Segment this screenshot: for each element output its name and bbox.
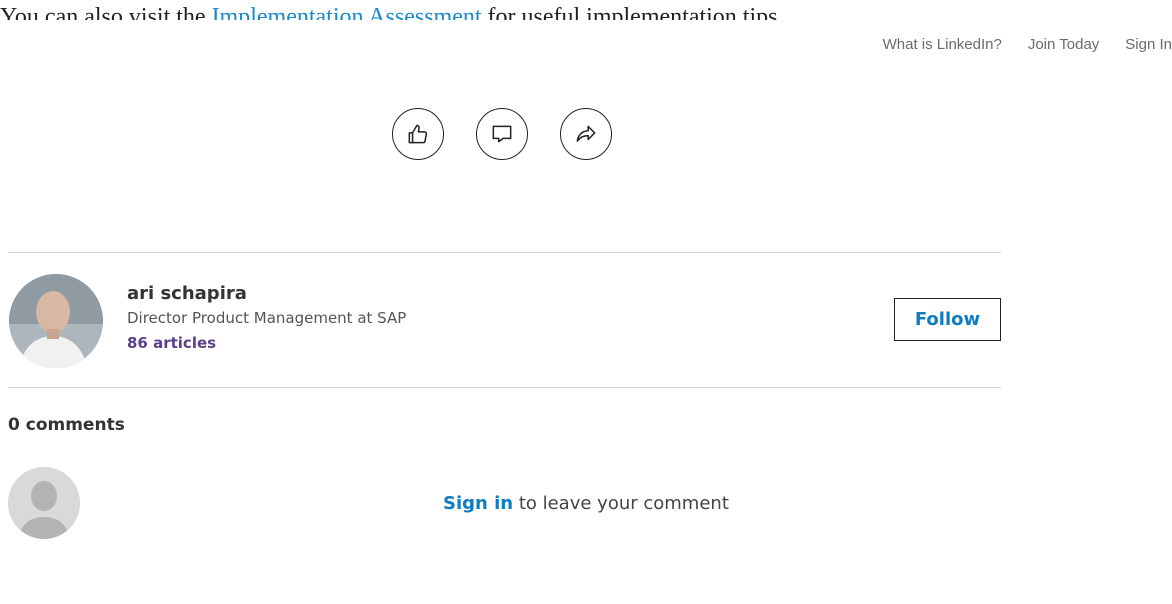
intro-tail: for useful implementation tips. — [481, 4, 784, 20]
sign-in-link[interactable]: Sign In — [1125, 36, 1172, 54]
share-arrow-icon — [576, 125, 596, 142]
comments-count: 0 comments — [8, 415, 125, 435]
comment-prompt: Sign in to leave your comment — [443, 493, 729, 514]
comment-button[interactable] — [476, 108, 528, 160]
author-headline: Director Product Management at SAP — [127, 309, 407, 327]
sign-in-to-comment-link[interactable]: Sign in — [443, 493, 513, 514]
what-is-linkedin-link[interactable]: What is LinkedIn? — [883, 36, 1002, 54]
comment-prompt-tail: to leave your comment — [513, 493, 729, 514]
divider-bottom — [8, 387, 1001, 388]
author-photo-icon — [9, 274, 103, 368]
follow-button[interactable]: Follow — [894, 298, 1001, 341]
like-button[interactable] — [392, 108, 444, 160]
author-info: ari schapira Director Product Management… — [127, 283, 406, 355]
author-avatar[interactable] — [9, 274, 103, 368]
divider-top — [8, 252, 1001, 253]
share-button[interactable] — [560, 108, 612, 160]
thumbs-up-icon — [408, 124, 428, 144]
intro-lead: You can also visit the — [0, 4, 212, 20]
intro-line: You can also visit the Implementation As… — [0, 4, 783, 20]
clipped-intro-text: You can also visit the Implementation As… — [0, 0, 1172, 20]
default-user-icon — [8, 467, 80, 539]
social-actions — [392, 108, 612, 160]
join-today-link[interactable]: Join Today — [1028, 36, 1099, 54]
comment-bubble-icon — [492, 125, 512, 143]
implementation-assessment-link[interactable]: Implementation Assessment — [212, 4, 482, 20]
author-name[interactable]: ari schapira — [127, 283, 406, 305]
commenter-avatar — [8, 467, 80, 539]
author-articles-link[interactable]: 86 articles — [127, 331, 406, 355]
top-navigation: What is LinkedIn? Join Today Sign In — [883, 36, 1172, 54]
